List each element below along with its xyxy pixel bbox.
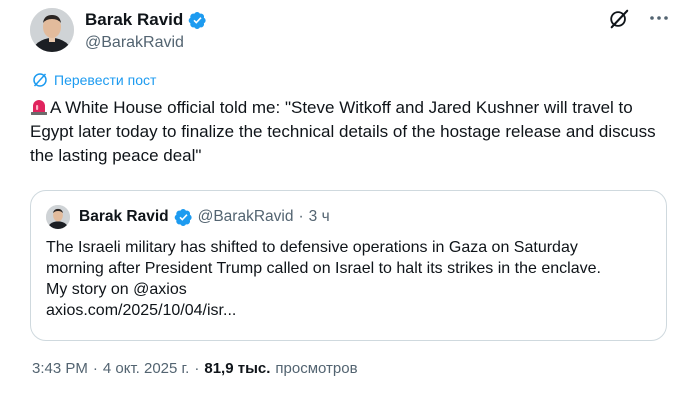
quoted-author-avatar-image <box>46 205 70 229</box>
siren-emoji-icon <box>31 100 47 115</box>
tweet-text-block: A White House official told me: "Steve W… <box>30 96 670 168</box>
views-count[interactable]: 81,9 тыс. <box>204 360 270 377</box>
more-icon[interactable] <box>648 12 670 24</box>
quoted-tweet[interactable]: Barak Ravid @BarakRavid · 3 ч The Israel… <box>30 190 667 341</box>
quoted-tweet-header: Barak Ravid @BarakRavid · 3 ч <box>46 205 330 229</box>
quoted-text-line: morning after President Trump called on … <box>46 260 601 277</box>
grok-icon[interactable] <box>608 8 630 30</box>
author-name[interactable]: Barak Ravid <box>85 10 183 30</box>
tweet-time[interactable]: 3:43 PM <box>32 360 88 377</box>
quoted-text-line: My story on @axios <box>46 281 187 298</box>
translate-icon <box>33 73 47 87</box>
author-handle[interactable]: @BarakRavid <box>85 34 184 52</box>
tweet-meta: 3:43 PM · 4 окт. 2025 г. · 81,9 тыс. про… <box>32 360 358 377</box>
quoted-link: axios.com/2025/10/04/isr... <box>46 302 237 319</box>
author-name-row: Barak Ravid <box>85 10 207 30</box>
author-avatar-image <box>30 8 74 52</box>
translate-post-link[interactable]: Перевести пост <box>32 72 156 88</box>
translate-label: Перевести пост <box>54 72 157 88</box>
quoted-timestamp: 3 ч <box>308 208 330 225</box>
meta-separator: · <box>92 360 98 377</box>
tweet-header: Barak Ravid @BarakRavid <box>30 6 670 56</box>
quoted-author-name: Barak Ravid <box>79 208 169 225</box>
tweet-text: A White House official told me: "Steve W… <box>30 98 656 165</box>
tweet-date[interactable]: 4 окт. 2025 г. <box>103 360 189 377</box>
quoted-text-line: The Israeli military has shifted to defe… <box>46 239 578 256</box>
meta-separator: · <box>194 360 200 377</box>
quoted-separator: · <box>298 208 304 225</box>
verified-badge-icon <box>174 208 192 226</box>
quoted-author-handle: @BarakRavid <box>197 208 294 225</box>
verified-badge-icon <box>188 11 206 29</box>
views-label: просмотров <box>275 360 358 377</box>
quoted-tweet-body: The Israeli military has shifted to defe… <box>46 237 656 321</box>
quoted-author-avatar <box>46 205 70 229</box>
author-avatar[interactable] <box>30 8 74 52</box>
